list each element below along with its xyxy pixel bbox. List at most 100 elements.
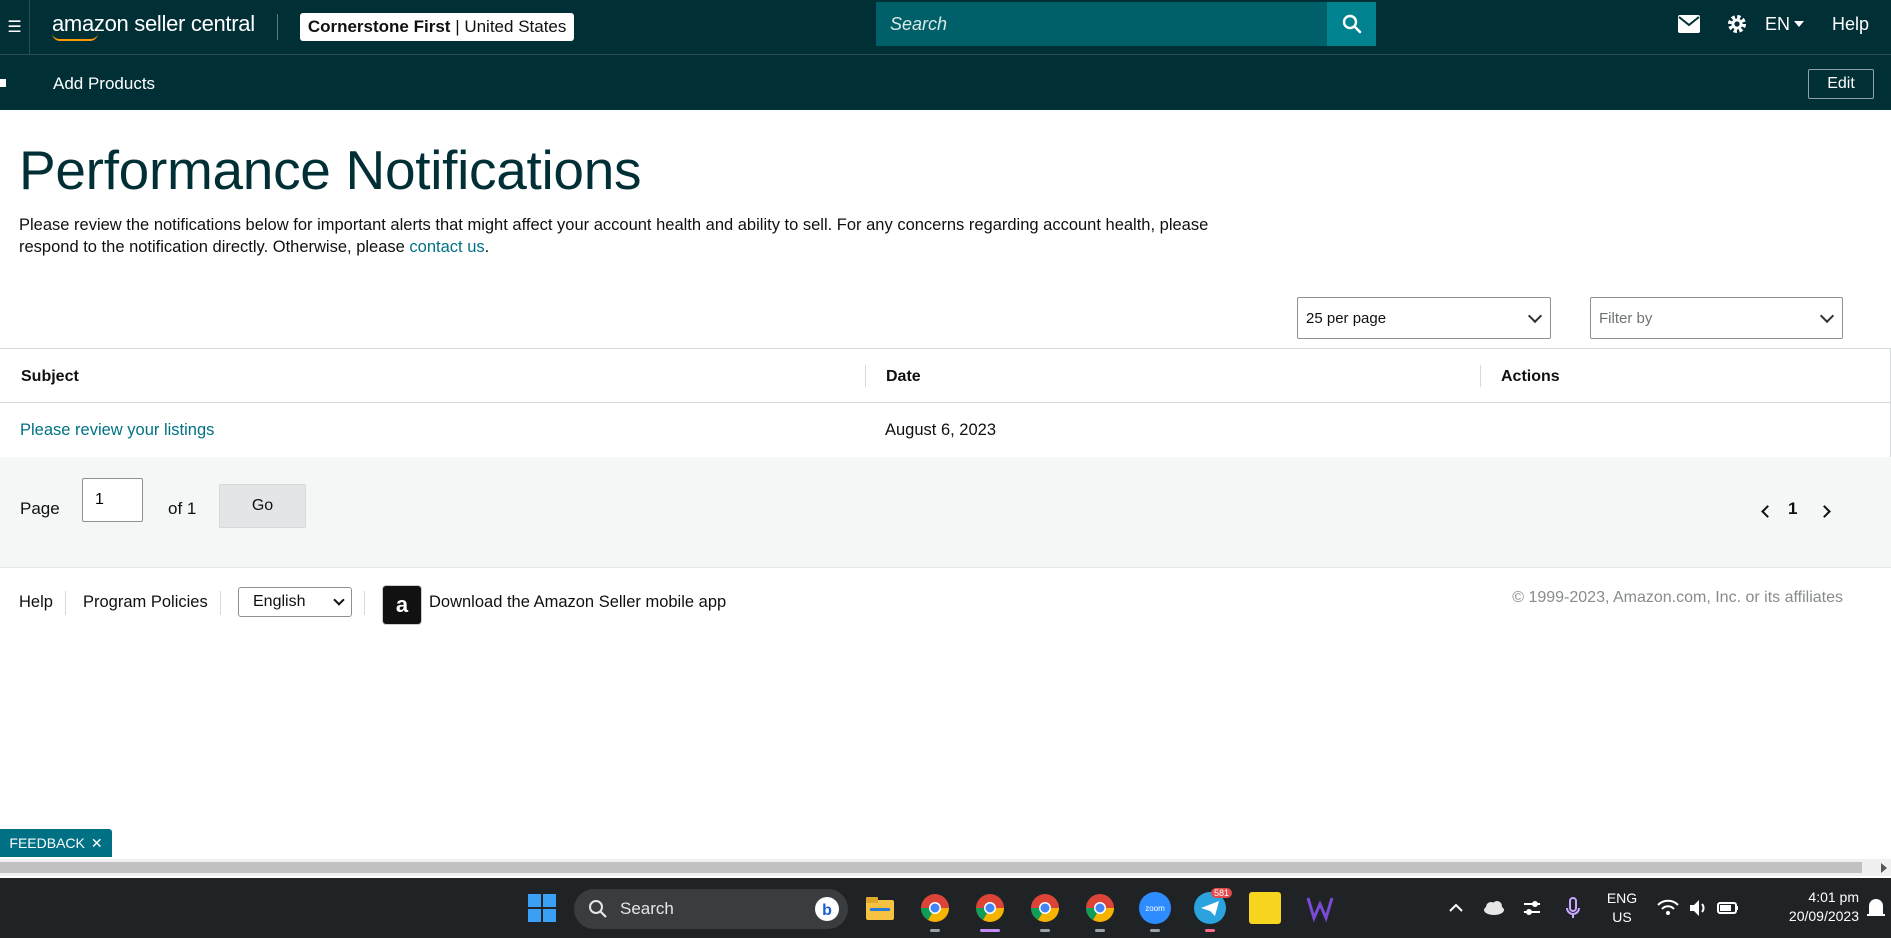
edit-button[interactable]: Edit [1808, 69, 1874, 99]
chevron-left-icon [1760, 504, 1774, 518]
filter-by-select[interactable]: Filter by [1590, 297, 1843, 339]
intro-body: Please review the notifications below fo… [19, 216, 1209, 256]
chrome-icon[interactable] [974, 892, 1006, 924]
footer-divider [65, 591, 66, 615]
active-indicator [980, 929, 1000, 932]
input-language-region: US [1612, 909, 1632, 925]
settings-button[interactable] [1713, 13, 1761, 35]
speaker-icon[interactable] [1682, 892, 1714, 924]
running-indicator [1095, 929, 1105, 932]
running-indicator [1040, 929, 1050, 932]
clock-time: 4:01 pm [1808, 889, 1859, 905]
divider [276, 14, 278, 40]
search-button[interactable] [1327, 2, 1376, 46]
cloud-icon[interactable] [1478, 892, 1510, 924]
chrome-icon[interactable] [1029, 892, 1061, 924]
help-link[interactable]: Help [1832, 14, 1869, 35]
close-icon[interactable]: ✕ [91, 835, 103, 852]
battery-icon[interactable] [1712, 892, 1744, 924]
microphone-icon[interactable] [1557, 892, 1589, 924]
settings-icon[interactable] [1516, 892, 1548, 924]
scroll-right-arrow-icon[interactable] [1881, 863, 1887, 873]
amazon-app-icon[interactable]: a [382, 585, 422, 625]
start-icon[interactable] [526, 892, 558, 924]
taskbar-search[interactable]: Search b [574, 889, 848, 929]
wifi-icon[interactable] [1652, 892, 1684, 924]
current-page[interactable]: 1 [1788, 499, 1797, 519]
input-language[interactable]: ENG US [1600, 889, 1644, 927]
chrome-icon[interactable] [919, 892, 951, 924]
sticky-notes-icon[interactable] [1249, 892, 1281, 924]
footer-help-link[interactable]: Help [19, 593, 53, 612]
search-icon [589, 900, 607, 918]
top-right-actions: EN Help [1665, 0, 1891, 48]
contact-us-link[interactable]: contact us [409, 238, 484, 256]
running-indicator [1150, 929, 1160, 932]
store-region: United States [464, 17, 567, 36]
telegram-icon[interactable]: 581 [1194, 888, 1232, 924]
running-indicator [930, 929, 940, 932]
footer-language-select[interactable]: English [238, 587, 352, 617]
chevron-up-icon[interactable] [1440, 892, 1472, 924]
notification-subject-link[interactable]: Please review your listings [20, 421, 214, 439]
bookmark-icon [0, 79, 6, 87]
hamburger-menu-icon[interactable]: ☰ [0, 0, 30, 54]
zoom-label: zoom [1145, 903, 1165, 913]
telegram-badge: 581 [1210, 888, 1232, 898]
horizontal-scrollbar[interactable] [0, 859, 1891, 876]
intro-end: . [484, 238, 490, 256]
add-products-link[interactable]: Add Products [53, 74, 155, 94]
page-number-input[interactable] [82, 478, 143, 522]
store-divider: | [455, 17, 465, 36]
w-app-icon[interactable] [1304, 892, 1336, 924]
chrome-icon[interactable] [1084, 892, 1116, 924]
per-page-select[interactable]: 25 per page [1297, 297, 1551, 339]
language-selector[interactable]: EN [1765, 14, 1804, 35]
column-divider [865, 365, 866, 387]
store-switcher[interactable]: Cornerstone First | United States [299, 13, 575, 41]
header-actions: Actions [1501, 368, 1560, 385]
per-page-value: 25 per page [1306, 310, 1387, 327]
pagination-bar: Page of 1 Go 1 [0, 457, 1891, 568]
svg-text:b: b [822, 902, 832, 919]
caret-down-icon [1793, 21, 1804, 27]
previous-page-button[interactable] [1755, 501, 1775, 521]
page-title: Performance Notifications [19, 139, 642, 201]
header-subject[interactable]: Subject [21, 368, 79, 386]
footer-language-value: English [253, 593, 306, 610]
table-header: Subject Date Actions [0, 349, 1890, 403]
go-button[interactable]: Go [219, 484, 306, 528]
language-code: EN [1764, 13, 1790, 34]
next-page-button[interactable] [1816, 501, 1836, 521]
gear-icon [1727, 15, 1746, 33]
messages-button[interactable] [1665, 15, 1713, 33]
amazon-seller-central-logo[interactable]: amazon seller central [52, 11, 255, 43]
intro-text: Please review the notifications below fo… [19, 214, 1249, 258]
copyright-text: © 1999-2023, Amazon.com, Inc. or its aff… [1512, 589, 1843, 606]
feedback-label: FEEDBACK [9, 835, 85, 851]
scrollbar-thumb[interactable] [0, 862, 1862, 873]
table-row: Please review your listings August 6, 20… [0, 403, 1890, 457]
system-clock[interactable]: 4:01 pm 20/09/2023 [1755, 888, 1859, 926]
download-app-link[interactable]: Download the Amazon Seller mobile app [429, 593, 726, 612]
global-search [876, 2, 1376, 46]
taskbar-search-label: Search [620, 899, 674, 918]
clock-date: 20/09/2023 [1788, 908, 1859, 924]
page-total: of 1 [168, 499, 197, 518]
program-policies-link[interactable]: Program Policies [83, 593, 208, 612]
bing-icon[interactable]: b [814, 896, 840, 922]
header-date[interactable]: Date [886, 368, 921, 386]
amazon-smile-icon [52, 33, 98, 41]
running-indicator [1205, 929, 1215, 932]
input-language-code: ENG [1606, 890, 1638, 906]
column-divider [1480, 365, 1481, 387]
app-icon-letter: a [395, 592, 409, 617]
feedback-button[interactable]: FEEDBACK ✕ [0, 829, 112, 857]
notification-icon[interactable] [1864, 892, 1888, 924]
notifications-table: Subject Date Actions Please review your … [0, 348, 1891, 458]
zoom-icon[interactable]: zoom [1139, 892, 1171, 924]
notification-date: August 6, 2023 [885, 421, 997, 439]
file-explorer-icon[interactable] [864, 892, 896, 924]
page-label: Page [20, 499, 60, 518]
search-input[interactable] [876, 2, 1327, 46]
